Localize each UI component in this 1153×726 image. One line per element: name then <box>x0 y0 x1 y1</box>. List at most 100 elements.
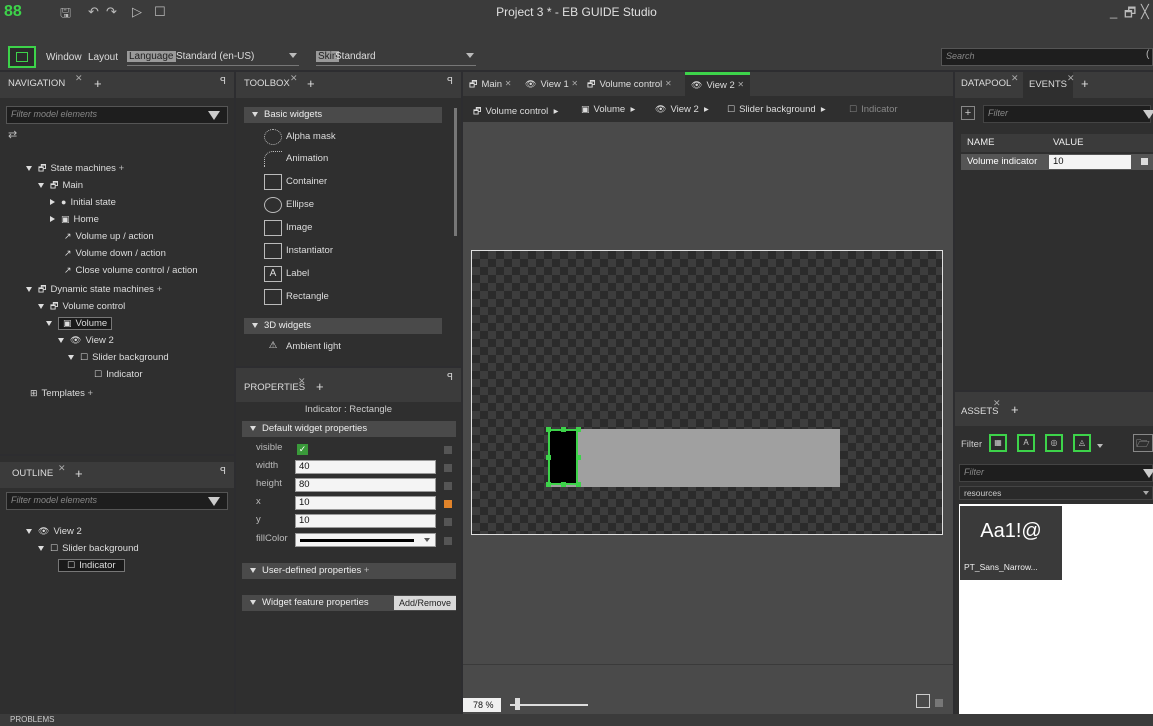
resize-handle[interactable] <box>576 427 581 432</box>
menu-layout[interactable]: Layout <box>88 52 118 63</box>
navigation-filter-input[interactable]: Filter model elements <box>6 106 228 124</box>
add-tab-icon[interactable]: + <box>1011 402 1019 417</box>
col-name[interactable]: NAME <box>967 134 994 152</box>
prop-y-reset[interactable] <box>444 518 452 526</box>
filter-icon[interactable] <box>208 111 220 120</box>
prop-x-reset[interactable] <box>444 500 452 508</box>
breadcrumb-view-2[interactable]: 👁 View 2 ▸ <box>655 104 709 115</box>
breadcrumb-indicator[interactable]: ☐ Indicator <box>849 104 898 115</box>
resize-handle[interactable] <box>546 482 551 487</box>
restore-button[interactable]: 🗗 <box>1124 4 1136 26</box>
zoom-slider[interactable] <box>510 704 588 706</box>
image-icon[interactable] <box>916 694 930 708</box>
resize-handle[interactable] <box>576 455 581 460</box>
user-defined-header[interactable]: User-defined properties + <box>242 563 456 579</box>
close-icon[interactable]: ✕ <box>993 398 1001 409</box>
tree-item-view-2[interactable]: 👁 View 2 <box>58 332 114 348</box>
prop-visible-reset[interactable] <box>444 446 452 454</box>
language-chevron-down-icon[interactable] <box>289 53 297 58</box>
chevron-down-icon[interactable] <box>1143 491 1149 495</box>
filter-mesh-icon[interactable]: ◎ <box>1045 434 1063 452</box>
default-properties-header[interactable]: Default widget properties <box>242 421 456 437</box>
pin-icon[interactable]: ꟼ <box>220 466 226 477</box>
minimize-button[interactable]: _ <box>1110 4 1117 19</box>
search-input[interactable]: Search <box>941 48 1153 66</box>
pin-icon[interactable]: ꟼ <box>447 76 453 87</box>
tab-events[interactable]: EVENTS <box>1023 72 1074 98</box>
tab-properties[interactable]: PROPERTIES <box>244 382 305 393</box>
tab-volume-control[interactable]: 🗗 Volume control ✕ <box>581 72 678 96</box>
tree-item-indicator[interactable]: ☐ Indicator <box>94 366 143 382</box>
tree-item-slider-background[interactable]: ☐ Slider background <box>68 349 169 365</box>
tree-item-home[interactable]: ▣ Home <box>50 211 99 227</box>
assets-filter-input[interactable]: Filter <box>959 464 1153 482</box>
project-menu-icon[interactable] <box>8 46 36 68</box>
zoom-slider-thumb[interactable] <box>515 698 520 710</box>
filter-font-icon[interactable]: A <box>1017 434 1035 452</box>
slider-background-widget[interactable] <box>548 429 840 487</box>
breadcrumb-slider-background[interactable]: ☐ Slider background ▸ <box>727 104 826 115</box>
tab-view-1[interactable]: 👁 View 1 ✕ <box>519 72 584 96</box>
tree-item-volume-down[interactable]: ↗ Volume down / action <box>64 245 166 261</box>
fillcolor-picker[interactable] <box>295 533 436 547</box>
breadcrumb-volume[interactable]: ▣ Volume ▸ <box>581 104 635 115</box>
outline-item-slider-background[interactable]: ☐ Slider background <box>38 540 139 556</box>
basic-widgets-header[interactable]: Basic widgets <box>244 107 442 123</box>
resize-handle[interactable] <box>561 482 566 487</box>
3d-widgets-header[interactable]: 3D widgets <box>244 318 442 334</box>
tab-outline[interactable]: OUTLINE <box>12 468 53 479</box>
tree-item-state-machines[interactable]: 🗗 State machines + <box>26 160 124 176</box>
scene-editor[interactable]: 78 % <box>463 122 953 714</box>
add-tab-icon[interactable]: + <box>307 76 315 91</box>
menu-window[interactable]: Window <box>46 52 82 63</box>
col-value[interactable]: VALUE <box>1053 134 1083 152</box>
filter-icon[interactable] <box>1143 110 1153 119</box>
height-input[interactable]: 80 <box>295 478 436 492</box>
close-icon[interactable]: ✕ <box>58 463 66 474</box>
folder-select[interactable]: resources <box>959 486 1153 500</box>
tree-item-volume-control[interactable]: 🗗 Volume control <box>38 298 125 314</box>
indicator-widget[interactable] <box>548 429 578 485</box>
add-entry-button[interactable]: + <box>961 106 975 120</box>
pin-icon[interactable]: ꟼ <box>220 76 226 87</box>
tree-item-dynamic-state-machines[interactable]: 🗗 Dynamic state machines + <box>26 281 162 297</box>
filter-icon[interactable] <box>1143 469 1153 478</box>
tree-item-initial-state[interactable]: ● Initial state <box>50 194 116 210</box>
skin-chevron-down-icon[interactable] <box>466 53 474 58</box>
breadcrumb-volume-control[interactable]: 🗗 Volume control ▸ <box>473 104 558 120</box>
add-tab-icon[interactable]: + <box>1081 76 1089 91</box>
zoom-input[interactable]: 78 % <box>463 698 501 712</box>
tab-navigation[interactable]: NAVIGATION <box>8 78 65 89</box>
prop-fillcolor-reset[interactable] <box>444 537 452 545</box>
datapool-row-toggle[interactable] <box>1141 158 1148 165</box>
add-tab-icon[interactable]: + <box>316 379 324 394</box>
close-icon[interactable]: ✕ <box>290 73 298 84</box>
prop-height-reset[interactable] <box>444 482 452 490</box>
search-icon[interactable]: ( <box>1146 49 1149 60</box>
close-icon[interactable]: ✕ <box>1067 73 1075 84</box>
skin-select[interactable]: Standard <box>335 51 376 62</box>
swap-icon[interactable]: ⇄ <box>8 128 17 141</box>
close-icon[interactable]: ✕ <box>75 73 83 84</box>
resize-handle[interactable] <box>546 455 551 460</box>
tab-main[interactable]: 🗗 Main ✕ <box>463 72 517 96</box>
outline-item-view-2[interactable]: 👁 View 2 <box>26 523 82 539</box>
resize-handle[interactable] <box>561 427 566 432</box>
resize-handle[interactable] <box>546 427 551 432</box>
filter-image-icon[interactable]: ▦ <box>989 434 1007 452</box>
pin-icon[interactable]: ꟼ <box>447 372 453 383</box>
close-button[interactable]: ╳ <box>1141 4 1149 20</box>
tree-item-close-volume-control[interactable]: ↗ Close volume control / action <box>64 262 198 278</box>
filter-icon[interactable] <box>208 497 220 506</box>
folder-icon[interactable]: 🗁 <box>1133 434 1153 452</box>
tree-item-volume-up[interactable]: ↗ Volume up / action <box>64 228 154 244</box>
view-canvas[interactable] <box>471 250 943 535</box>
close-icon[interactable]: ✕ <box>1011 73 1019 84</box>
grid-toggle-icon[interactable] <box>935 699 943 707</box>
close-icon[interactable]: ✕ <box>298 376 306 387</box>
add-tab-icon[interactable]: + <box>75 466 83 481</box>
outline-filter-input[interactable]: Filter model elements <box>6 492 228 510</box>
tab-view-2[interactable]: 👁 View 2 ✕ <box>685 72 751 96</box>
tab-toolbox[interactable]: TOOLBOX <box>244 78 290 89</box>
tree-item-volume[interactable]: ▣ Volume <box>46 315 113 331</box>
